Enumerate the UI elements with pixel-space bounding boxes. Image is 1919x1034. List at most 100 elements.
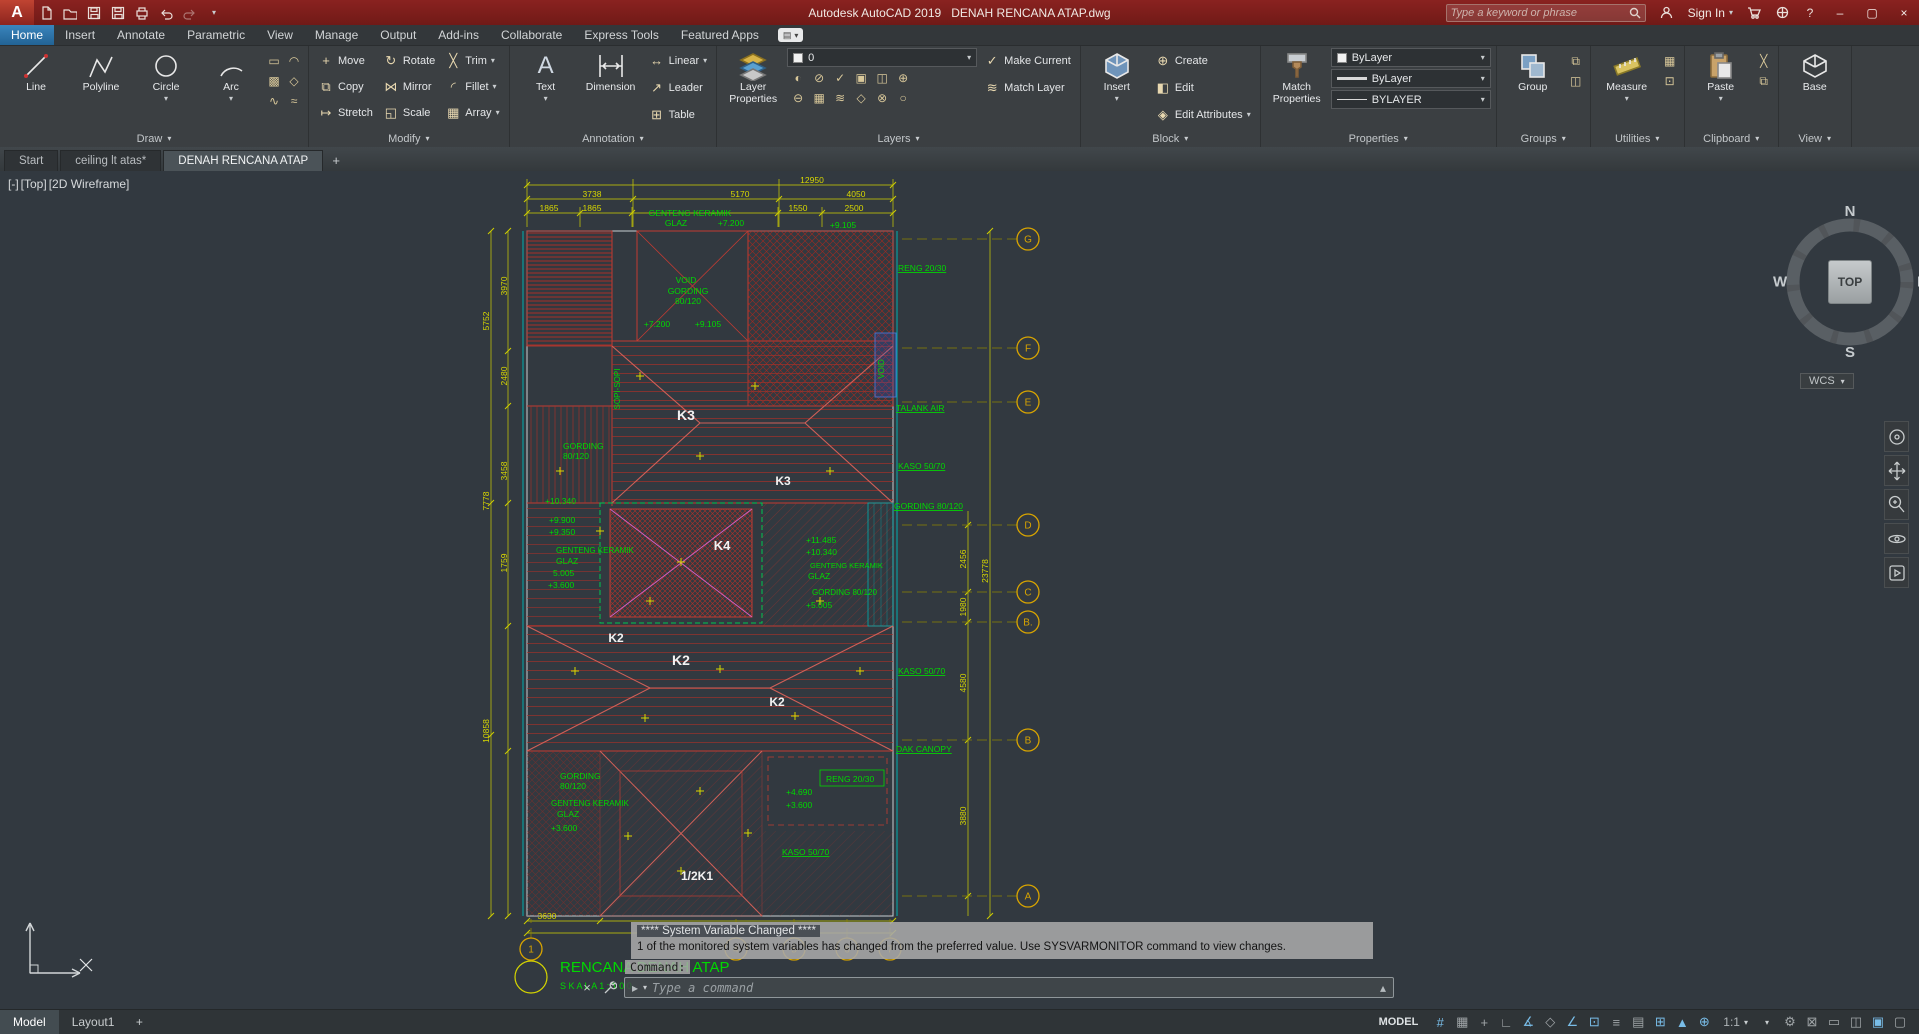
table-button[interactable]: ⊞Table bbox=[645, 102, 712, 127]
osnap-tracking-toggle[interactable]: ∠ bbox=[1561, 1012, 1583, 1033]
quick-select-button[interactable]: ▦ bbox=[1661, 52, 1679, 70]
user-icon[interactable] bbox=[1654, 0, 1680, 25]
ribbon-display-toggle[interactable]: ▤▾ bbox=[778, 28, 804, 42]
polar-tracking-toggle[interactable]: ∡ bbox=[1517, 1012, 1539, 1033]
plot-button[interactable] bbox=[130, 0, 154, 25]
isolate-objects-toggle[interactable]: ▣ bbox=[1867, 1012, 1889, 1033]
move-button[interactable]: +Move bbox=[314, 48, 377, 73]
layer-tool-icon[interactable]: ▦ bbox=[810, 89, 828, 107]
layer-tool-icon[interactable]: ✓ bbox=[831, 69, 849, 87]
panel-label-layers[interactable]: Layers▾ bbox=[717, 130, 1080, 147]
layer-tool-icon[interactable]: ▣ bbox=[852, 69, 870, 87]
pan-icon[interactable] bbox=[1884, 455, 1909, 486]
layer-tool-icon[interactable]: ⊖ bbox=[789, 89, 807, 107]
mirror-button[interactable]: ⋈Mirror bbox=[379, 74, 439, 99]
paste-button[interactable]: Paste▾ bbox=[1690, 48, 1752, 130]
lineweight-select[interactable]: ByLayer▾ bbox=[1331, 69, 1491, 88]
panel-label-clipboard[interactable]: Clipboard▾ bbox=[1685, 130, 1778, 147]
drawing-roof-plan[interactable]: 129503738517040501865186515502500GENTENG… bbox=[0, 171, 1919, 1009]
polyline-button[interactable]: Polyline bbox=[70, 48, 132, 130]
ribbon-tab-express-tools[interactable]: Express Tools bbox=[573, 25, 669, 45]
object-snap-toggle[interactable]: ⊡ bbox=[1583, 1012, 1605, 1033]
panel-label-annotation[interactable]: Annotation▾ bbox=[510, 130, 717, 147]
workspace-switching-toggle[interactable]: ⚙ bbox=[1779, 1012, 1801, 1033]
layer-tool-icon[interactable]: ≋ bbox=[831, 89, 849, 107]
redo-button[interactable] bbox=[178, 0, 202, 25]
viewport-visual-style-control[interactable]: [2D Wireframe] bbox=[49, 177, 130, 191]
object-color-select[interactable]: ByLayer▾ bbox=[1331, 48, 1491, 67]
layer-tool-icon[interactable]: ○ bbox=[894, 89, 912, 107]
copy-button[interactable]: ⧉Copy bbox=[314, 74, 377, 99]
command-recent-dropdown[interactable]: ▾ bbox=[643, 983, 647, 992]
match-layer-button[interactable]: ≋Match Layer bbox=[980, 75, 1075, 100]
command-customize-icon[interactable] bbox=[601, 979, 619, 997]
trim-button[interactable]: ╳Trim▾ bbox=[441, 48, 503, 73]
isometric-drafting-toggle[interactable]: ◇ bbox=[1539, 1012, 1561, 1033]
ortho-mode-toggle[interactable]: ∟ bbox=[1495, 1012, 1517, 1033]
linetype-select[interactable]: BYLAYER▾ bbox=[1331, 90, 1491, 109]
panel-label-view[interactable]: View▾ bbox=[1779, 130, 1851, 147]
ribbon-tab-view[interactable]: View bbox=[256, 25, 304, 45]
base-view-button[interactable]: Base bbox=[1784, 48, 1846, 130]
command-input[interactable] bbox=[652, 981, 1375, 995]
ribbon-tab-insert[interactable]: Insert bbox=[54, 25, 106, 45]
compass-west[interactable]: W bbox=[1773, 274, 1787, 291]
ribbon-tab-parametric[interactable]: Parametric bbox=[176, 25, 256, 45]
viewport-view-control[interactable]: [Top] bbox=[21, 177, 47, 191]
lock-ui-toggle[interactable]: ◫ bbox=[1845, 1012, 1867, 1033]
layout1-tab[interactable]: Layout1 bbox=[59, 1010, 128, 1034]
close-button[interactable]: × bbox=[1889, 0, 1919, 25]
new-layout-button[interactable]: + bbox=[127, 1010, 151, 1034]
ribbon-tab-add-ins[interactable]: Add-ins bbox=[427, 25, 490, 45]
compass-south[interactable]: S bbox=[1845, 344, 1855, 361]
make-current-button[interactable]: ✓Make Current bbox=[980, 48, 1075, 73]
ribbon-tab-collaborate[interactable]: Collaborate bbox=[490, 25, 573, 45]
layer-tool-icon[interactable]: ◐ bbox=[789, 69, 807, 87]
layer-select[interactable]: 0 ▾ bbox=[787, 48, 977, 67]
panel-label-block[interactable]: Block▾ bbox=[1081, 130, 1260, 147]
insert-block-button[interactable]: Insert▾ bbox=[1086, 48, 1148, 130]
edit-block-button[interactable]: ◧Edit bbox=[1151, 75, 1255, 100]
panel-label-groups[interactable]: Groups▾ bbox=[1497, 130, 1590, 147]
ribbon-tab-home[interactable]: Home bbox=[0, 25, 54, 45]
layer-tool-icon[interactable]: ◫ bbox=[873, 69, 891, 87]
panel-label-modify[interactable]: Modify▾ bbox=[309, 130, 509, 147]
ribbon-tab-featured-apps[interactable]: Featured Apps bbox=[670, 25, 770, 45]
layer-tool-icon[interactable]: ⊕ bbox=[894, 69, 912, 87]
save-as-button[interactable] bbox=[106, 0, 130, 25]
sign-in-button[interactable]: Sign In▾ bbox=[1682, 6, 1739, 20]
group-edit-button[interactable]: ◫ bbox=[1567, 72, 1585, 90]
dimension-button[interactable]: Dimension bbox=[580, 48, 642, 130]
qat-dropdown[interactable]: ▾ bbox=[202, 0, 226, 25]
save-button[interactable] bbox=[82, 0, 106, 25]
match-properties-button[interactable]: Match Properties bbox=[1266, 48, 1328, 130]
linear-dimension-button[interactable]: ↔Linear▾ bbox=[645, 48, 712, 73]
annotation-scale-control[interactable]: 1:1▾ bbox=[1716, 1012, 1755, 1033]
layer-tool-icon[interactable]: ⊘ bbox=[810, 69, 828, 87]
ungroup-button[interactable]: ⧉ bbox=[1567, 52, 1585, 70]
group-button[interactable]: Group bbox=[1502, 48, 1564, 130]
draw-tool-icon[interactable]: ≈ bbox=[285, 92, 303, 110]
create-block-button[interactable]: ⊕Create bbox=[1151, 48, 1255, 73]
connect-icon[interactable] bbox=[1769, 0, 1795, 25]
wcs-selector[interactable]: WCS▾ bbox=[1800, 373, 1854, 389]
show-motion-icon[interactable] bbox=[1884, 557, 1909, 588]
command-line[interactable]: ▸ ▾ ▴ bbox=[624, 977, 1394, 998]
app-store-cart-icon[interactable] bbox=[1741, 0, 1767, 25]
draw-tool-icon[interactable]: ◠ bbox=[285, 52, 303, 70]
compass-north[interactable]: N bbox=[1845, 203, 1856, 220]
draw-tool-icon[interactable]: ◇ bbox=[285, 72, 303, 90]
dynamic-input-toggle[interactable]: + bbox=[1473, 1012, 1495, 1033]
grid-display-toggle[interactable]: # bbox=[1429, 1012, 1451, 1033]
search-icon[interactable] bbox=[1629, 7, 1641, 19]
autocad-app-button[interactable]: A bbox=[0, 0, 34, 25]
undo-button[interactable] bbox=[154, 0, 178, 25]
viewcube-top-face[interactable]: TOP bbox=[1828, 260, 1872, 304]
measure-button[interactable]: Measure▾ bbox=[1596, 48, 1658, 130]
annotation-monitor-toggle[interactable]: ⊠ bbox=[1801, 1012, 1823, 1033]
layer-properties-button[interactable]: Layer Properties bbox=[722, 48, 784, 130]
scale-button[interactable]: ◱Scale bbox=[379, 100, 439, 125]
selection-cycling-toggle[interactable]: ⊞ bbox=[1649, 1012, 1671, 1033]
snap-mode-toggle[interactable]: ▦ bbox=[1451, 1012, 1473, 1033]
ribbon-tab-output[interactable]: Output bbox=[369, 25, 427, 45]
